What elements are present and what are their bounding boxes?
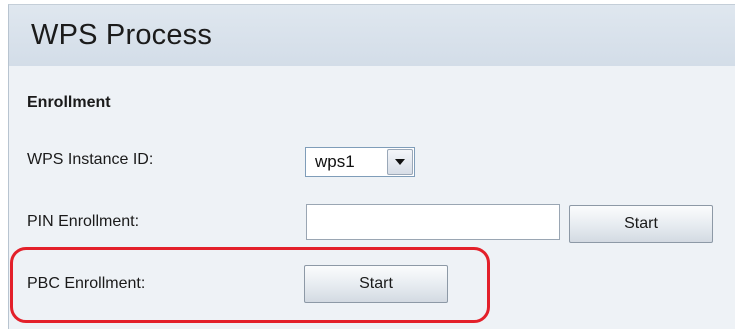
wps-process-panel: WPS Process Enrollment WPS Instance ID: … (0, 0, 735, 329)
pbc-enrollment-label: PBC Enrollment: (27, 275, 146, 292)
title-bar: WPS Process (8, 4, 735, 66)
dropdown-button[interactable] (387, 149, 413, 175)
wps-instance-id-select[interactable]: wps1 (305, 147, 415, 177)
pin-start-button[interactable]: Start (569, 205, 713, 243)
enrollment-section-title: Enrollment (27, 94, 111, 111)
wps-instance-id-label: WPS Instance ID: (27, 151, 154, 168)
page-title: WPS Process (31, 19, 213, 51)
pin-enrollment-label: PIN Enrollment: (27, 213, 140, 230)
chevron-down-icon (395, 159, 405, 165)
pbc-start-button[interactable]: Start (304, 265, 448, 303)
wps-instance-id-value: wps1 (315, 152, 355, 171)
pin-enrollment-input[interactable] (306, 204, 560, 240)
